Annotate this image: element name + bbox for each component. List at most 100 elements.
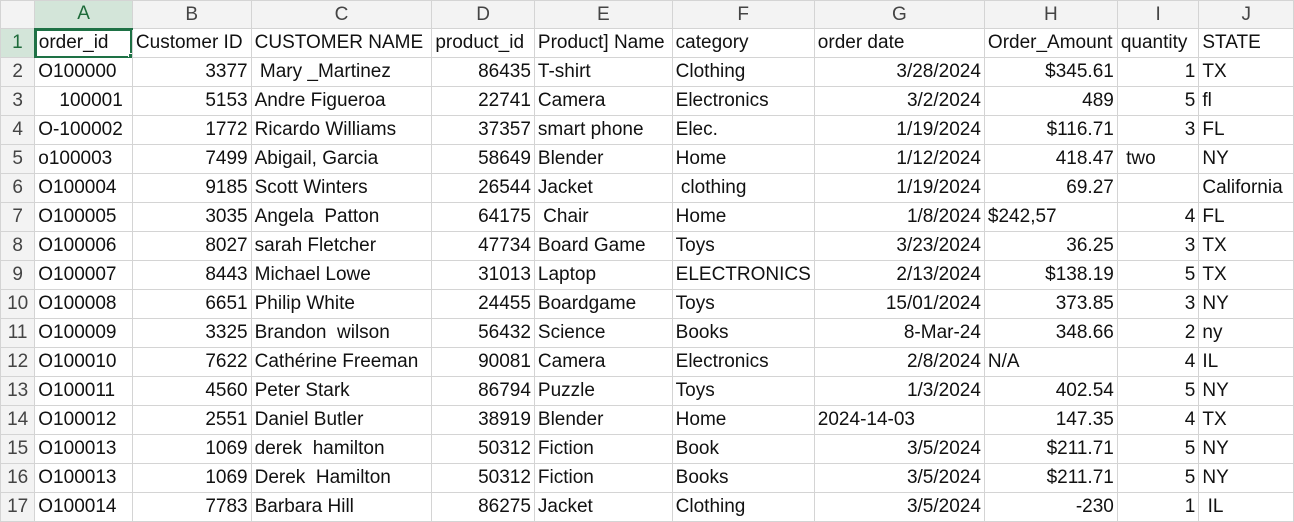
cell-i6[interactable] (1116, 173, 1200, 203)
column-header-c[interactable]: C (250, 0, 433, 29)
cell-e4[interactable]: smart phone (533, 115, 673, 145)
cell-i12[interactable]: 4 (1116, 347, 1200, 377)
cell-b13[interactable]: 4560 (131, 376, 252, 406)
cell-g12[interactable]: 2/8/2024 (813, 347, 985, 377)
cell-d14[interactable]: 38919 (431, 405, 535, 435)
cell-i15[interactable]: 5 (1116, 434, 1200, 464)
cell-h16[interactable]: $211.71 (983, 463, 1118, 493)
cell-f4[interactable]: Elec. (671, 115, 815, 145)
column-header-e[interactable]: E (533, 0, 673, 29)
cell-j3[interactable]: fl (1198, 86, 1294, 116)
cell-f1[interactable]: category (671, 28, 815, 58)
cell-a9[interactable]: O100007 (34, 260, 133, 290)
cell-d2[interactable]: 86435 (431, 57, 535, 87)
cell-b9[interactable]: 8443 (131, 260, 252, 290)
cell-d10[interactable]: 24455 (431, 289, 535, 319)
cell-f6[interactable]: clothing (671, 173, 815, 203)
cell-b1[interactable]: Customer ID (131, 28, 252, 58)
cell-j1[interactable]: STATE (1198, 28, 1294, 58)
cell-f17[interactable]: Clothing (671, 492, 815, 522)
cell-c17[interactable]: Barbara Hill (250, 492, 433, 522)
cell-a1[interactable]: order_id (34, 28, 133, 58)
row-header[interactable]: 14 (0, 405, 36, 435)
cell-d9[interactable]: 31013 (431, 260, 535, 290)
cell-i4[interactable]: 3 (1116, 115, 1200, 145)
cell-b3[interactable]: 5153 (131, 86, 252, 116)
cell-g17[interactable]: 3/5/2024 (813, 492, 985, 522)
cell-h4[interactable]: $116.71 (983, 115, 1118, 145)
cell-d15[interactable]: 50312 (431, 434, 535, 464)
cell-e2[interactable]: T-shirt (533, 57, 673, 87)
cell-i13[interactable]: 5 (1116, 376, 1200, 406)
cell-d4[interactable]: 37357 (431, 115, 535, 145)
cell-h2[interactable]: $345.61 (983, 57, 1118, 87)
row-header[interactable]: 17 (0, 492, 36, 522)
cell-i1[interactable]: quantity (1116, 28, 1200, 58)
row-header[interactable]: 8 (0, 231, 36, 261)
cell-a13[interactable]: O100011 (34, 376, 133, 406)
cell-i14[interactable]: 4 (1116, 405, 1200, 435)
cell-d12[interactable]: 90081 (431, 347, 535, 377)
cell-e15[interactable]: Fiction (533, 434, 673, 464)
cell-j9[interactable]: TX (1198, 260, 1294, 290)
cell-f14[interactable]: Home (671, 405, 815, 435)
cell-i2[interactable]: 1 (1116, 57, 1200, 87)
cell-g2[interactable]: 3/28/2024 (813, 57, 985, 87)
cell-g16[interactable]: 3/5/2024 (813, 463, 985, 493)
cell-b11[interactable]: 3325 (131, 318, 252, 348)
cell-e14[interactable]: Blender (533, 405, 673, 435)
cell-c9[interactable]: Michael Lowe (250, 260, 433, 290)
cell-a2[interactable]: O100000 (34, 57, 133, 87)
cell-b15[interactable]: 1069 (131, 434, 252, 464)
column-header-b[interactable]: B (131, 0, 252, 29)
cell-a12[interactable]: O100010 (34, 347, 133, 377)
cell-a7[interactable]: O100005 (34, 202, 133, 232)
row-header[interactable]: 7 (0, 202, 36, 232)
cell-h9[interactable]: $138.19 (983, 260, 1118, 290)
cell-d5[interactable]: 58649 (431, 144, 535, 174)
cell-g6[interactable]: 1/19/2024 (813, 173, 985, 203)
row-header[interactable]: 2 (0, 57, 36, 87)
row-header[interactable]: 16 (0, 463, 36, 493)
cell-f16[interactable]: Books (671, 463, 815, 493)
cell-i16[interactable]: 5 (1116, 463, 1200, 493)
cell-j5[interactable]: NY (1198, 144, 1294, 174)
cell-b12[interactable]: 7622 (131, 347, 252, 377)
fill-handle[interactable] (127, 53, 132, 57)
cell-e8[interactable]: Board Game (533, 231, 673, 261)
cell-j8[interactable]: TX (1198, 231, 1294, 261)
column-header-j[interactable]: J (1198, 0, 1294, 29)
cell-f8[interactable]: Toys (671, 231, 815, 261)
cell-b6[interactable]: 9185 (131, 173, 252, 203)
column-header-h[interactable]: H (983, 0, 1118, 29)
row-header[interactable]: 3 (0, 86, 36, 116)
cell-g10[interactable]: 15/01/2024 (813, 289, 985, 319)
cell-f10[interactable]: Toys (671, 289, 815, 319)
cell-e11[interactable]: Science (533, 318, 673, 348)
cell-b10[interactable]: 6651 (131, 289, 252, 319)
cell-h15[interactable]: $211.71 (983, 434, 1118, 464)
cell-f12[interactable]: Electronics (671, 347, 815, 377)
cell-g8[interactable]: 3/23/2024 (813, 231, 985, 261)
cell-i3[interactable]: 5 (1116, 86, 1200, 116)
cell-e3[interactable]: Camera (533, 86, 673, 116)
cell-e9[interactable]: Laptop (533, 260, 673, 290)
cell-b8[interactable]: 8027 (131, 231, 252, 261)
column-header-i[interactable]: I (1116, 0, 1200, 29)
select-all-corner[interactable] (0, 0, 36, 29)
cell-h10[interactable]: 373.85 (983, 289, 1118, 319)
cell-h1[interactable]: Order_Amount (983, 28, 1118, 58)
cell-a15[interactable]: O100013 (34, 434, 133, 464)
cell-c16[interactable]: Derek Hamilton (250, 463, 433, 493)
row-header[interactable]: 11 (0, 318, 36, 348)
cell-d17[interactable]: 86275 (431, 492, 535, 522)
cell-e5[interactable]: Blender (533, 144, 673, 174)
cell-g13[interactable]: 1/3/2024 (813, 376, 985, 406)
column-header-f[interactable]: F (671, 0, 815, 29)
cell-g3[interactable]: 3/2/2024 (813, 86, 985, 116)
cell-a17[interactable]: O100014 (34, 492, 133, 522)
column-header-a[interactable]: A (34, 0, 133, 30)
cell-c1[interactable]: CUSTOMER NAME (250, 28, 433, 58)
cell-h14[interactable]: 147.35 (983, 405, 1118, 435)
row-header[interactable]: 6 (0, 173, 36, 203)
